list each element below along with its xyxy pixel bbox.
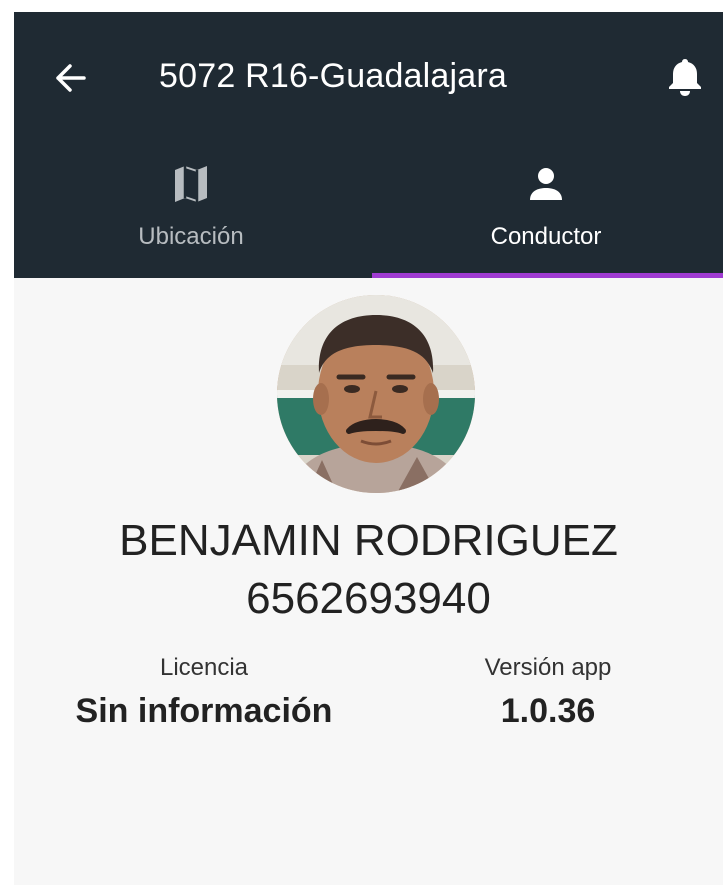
- app-version-info: Versión app 1.0.36: [388, 652, 708, 734]
- app-version-label: Versión app: [484, 654, 612, 681]
- tab-label: Conductor: [490, 223, 602, 250]
- license-info: Licencia Sin información: [44, 652, 364, 734]
- person-icon: [530, 168, 562, 200]
- app-frame: 5072 R16-Guadalajara Ubicación Conductor: [14, 12, 723, 885]
- back-arrow-icon[interactable]: [50, 58, 90, 98]
- map-icon: [175, 166, 207, 202]
- tab-conductor[interactable]: Conductor: [369, 150, 723, 278]
- app-version-value: 1.0.36: [500, 692, 596, 730]
- driver-photo: [277, 295, 475, 493]
- tab-ubicacion[interactable]: Ubicación: [14, 150, 368, 278]
- driver-panel: BENJAMIN RODRIGUEZ 6562693940 Licencia S…: [14, 278, 723, 885]
- license-label: Licencia: [159, 654, 249, 681]
- driver-phone: 6562693940: [246, 574, 491, 623]
- driver-name: BENJAMIN RODRIGUEZ: [119, 516, 618, 565]
- license-value: Sin información: [75, 692, 333, 730]
- driver-avatar: [277, 295, 475, 493]
- app-bar: 5072 R16-Guadalajara Ubicación Conductor: [14, 12, 723, 279]
- page-title: 5072 R16-Guadalajara: [159, 57, 508, 95]
- bell-icon[interactable]: [665, 55, 705, 99]
- tab-label: Ubicación: [138, 223, 244, 250]
